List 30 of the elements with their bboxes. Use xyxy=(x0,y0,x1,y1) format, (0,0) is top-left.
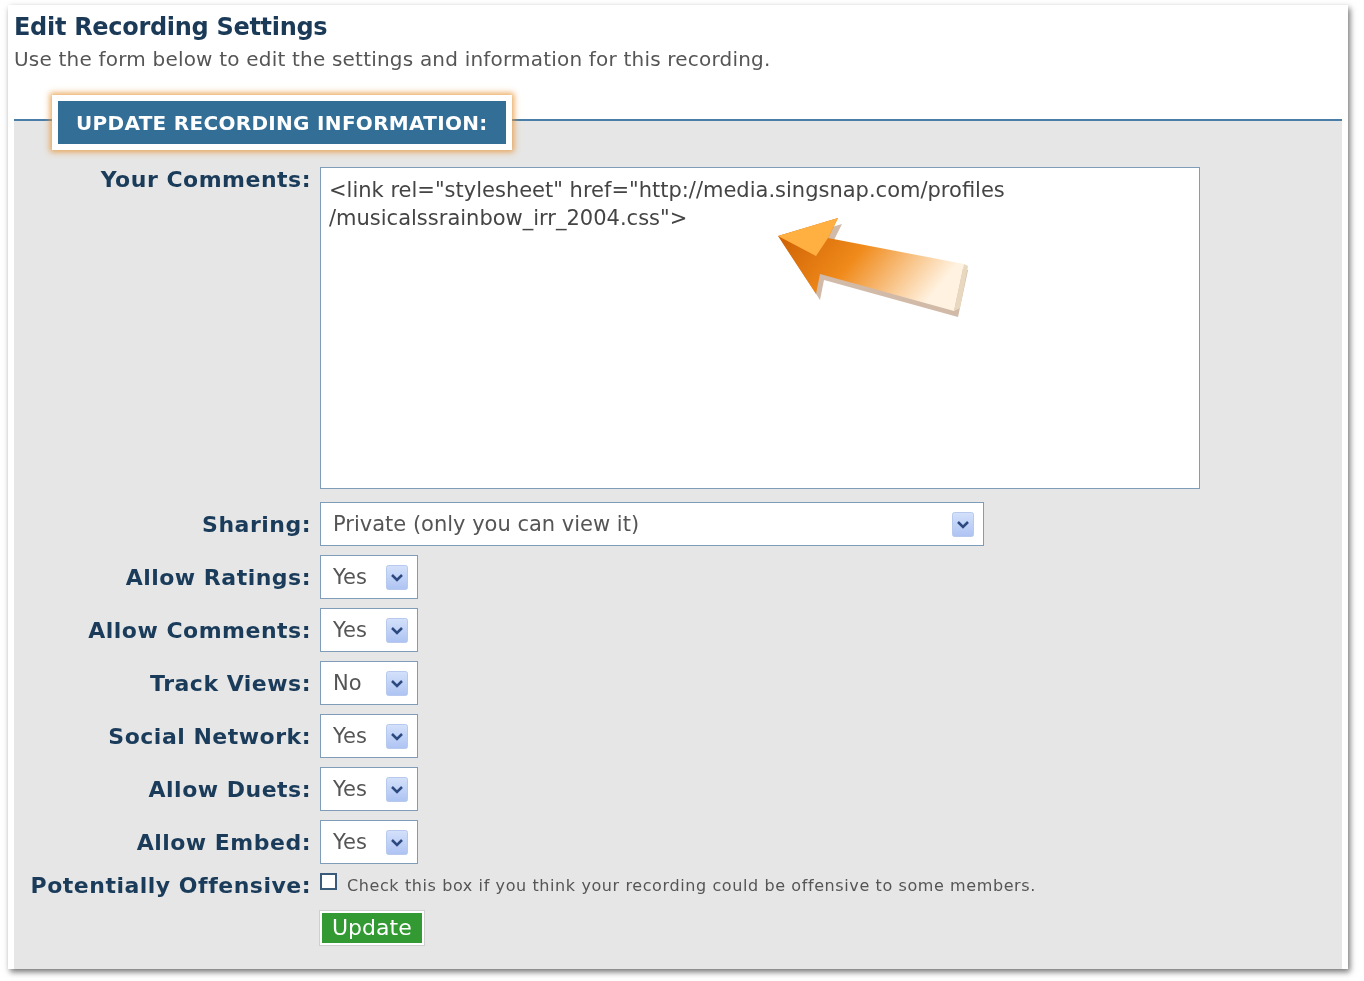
chevron-down-icon xyxy=(386,670,408,696)
field-label: Allow Duets: xyxy=(148,776,311,802)
select-field[interactable]: Yes xyxy=(320,820,418,864)
field-label: Sharing: xyxy=(202,511,311,537)
select-field[interactable]: Yes xyxy=(320,608,418,652)
update-button[interactable]: Update xyxy=(320,911,424,945)
chevron-down-icon xyxy=(386,617,408,643)
select-field[interactable]: Yes xyxy=(320,714,418,758)
select-field[interactable]: Yes xyxy=(320,555,418,599)
field-label: Track Views: xyxy=(150,670,311,696)
field-label: Allow Ratings: xyxy=(125,564,311,590)
field-label: Social Network: xyxy=(108,723,311,749)
field-label: Allow Comments: xyxy=(88,617,311,643)
chevron-down-icon xyxy=(386,564,408,590)
checkbox-hint: Check this box if you think your recording could be offensive to some members. xyxy=(347,876,1036,895)
field-label: Allow Embed: xyxy=(136,829,311,855)
select-field[interactable]: Private (only you can view it) xyxy=(320,502,984,546)
select-field[interactable]: No xyxy=(320,661,418,705)
chevron-down-icon xyxy=(386,829,408,855)
comments-field[interactable]: <link rel="stylesheet" href="http://media.singsnap.com/profiles /musicalssrainbow_irr_2004.css"> xyxy=(320,167,1200,489)
page-title: Edit Recording Settings xyxy=(14,13,328,41)
chevron-down-icon xyxy=(386,723,408,749)
chevron-down-icon xyxy=(386,776,408,802)
page-description: Use the form below to edit the settings and information for this recording. xyxy=(14,47,771,71)
section-header: UPDATE RECORDING INFORMATION: xyxy=(52,95,512,150)
checkbox[interactable] xyxy=(320,873,337,890)
chevron-down-icon xyxy=(952,511,974,537)
field-label: Your Comments: xyxy=(100,167,311,192)
select-field[interactable]: Yes xyxy=(320,767,418,811)
field-label: Potentially Offensive: xyxy=(30,873,311,898)
